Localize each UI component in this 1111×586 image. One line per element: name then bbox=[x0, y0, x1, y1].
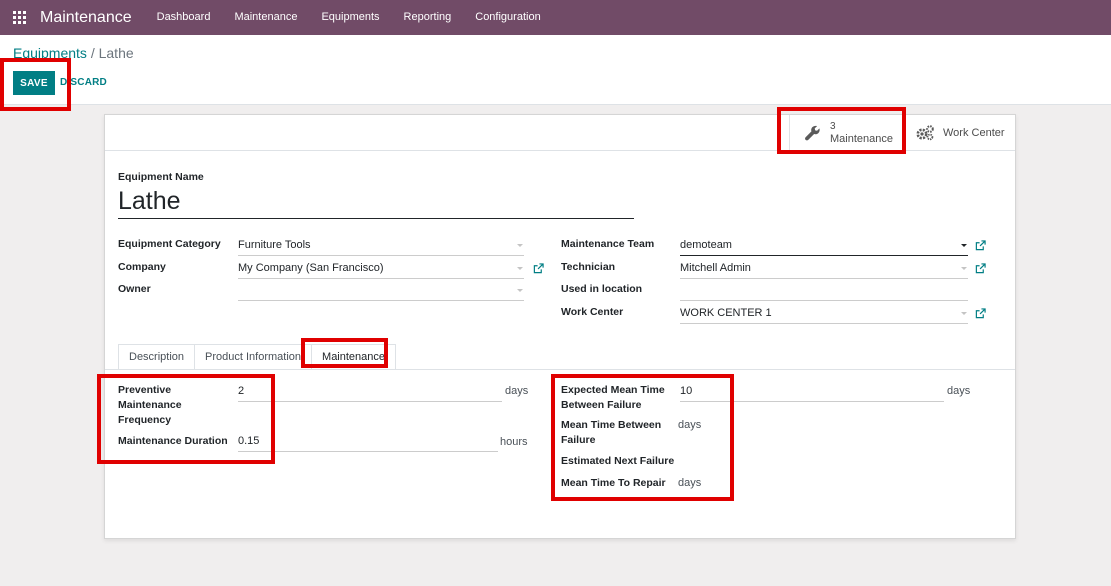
menu-item-reporting[interactable]: Reporting bbox=[392, 0, 464, 35]
notebook-tabs: Description Product Information Maintena… bbox=[118, 344, 397, 369]
company-select[interactable]: My Company (San Francisco) bbox=[238, 259, 524, 279]
equipment-category-label: Equipment Category bbox=[118, 238, 221, 250]
tab-description[interactable]: Description bbox=[118, 344, 196, 369]
breadcrumb-equipments[interactable]: Equipments bbox=[13, 45, 87, 61]
discard-button[interactable]: DISCARD bbox=[60, 77, 107, 88]
work-center-label: Work Center bbox=[561, 306, 624, 318]
menu-item-equipments[interactable]: Equipments bbox=[309, 0, 391, 35]
maintenance-team-select[interactable]: demoteam bbox=[680, 236, 968, 256]
tab-maintenance[interactable]: Maintenance bbox=[311, 344, 397, 369]
external-link-icon[interactable] bbox=[975, 240, 986, 251]
chevron-down-icon bbox=[961, 267, 967, 270]
technician-label: Technician bbox=[561, 261, 616, 273]
work-center-button-label: Work Center bbox=[943, 127, 1005, 139]
maintenance-duration-input[interactable]: 0.15 bbox=[238, 432, 498, 452]
main-menu: Dashboard Maintenance Equipments Reporti… bbox=[145, 0, 553, 35]
breadcrumb-separator: / bbox=[90, 45, 95, 61]
smart-button-box: 3 Maintenance Work Center bbox=[105, 115, 1015, 151]
chevron-down-icon bbox=[517, 289, 523, 292]
expected-mtbf-label: Expected Mean Time Between Failure bbox=[561, 384, 665, 411]
used-in-location-input[interactable] bbox=[680, 281, 968, 301]
save-button[interactable]: SAVE bbox=[13, 71, 55, 95]
preventive-maintenance-frequency-input[interactable]: 2 bbox=[238, 382, 502, 402]
expected-mtbf-unit: days bbox=[947, 385, 971, 397]
mtbf-label: Mean Time Between Failure bbox=[561, 419, 662, 446]
tab-product-information[interactable]: Product Information bbox=[194, 344, 313, 369]
preventive-frequency-unit: days bbox=[505, 385, 529, 397]
chevron-down-icon bbox=[961, 312, 967, 315]
external-link-icon[interactable] bbox=[533, 263, 544, 274]
chevron-down-icon bbox=[517, 267, 523, 270]
menu-item-dashboard[interactable]: Dashboard bbox=[145, 0, 223, 35]
owner-select[interactable] bbox=[238, 281, 524, 301]
external-link-icon[interactable] bbox=[975, 308, 986, 319]
wrench-icon bbox=[802, 123, 822, 143]
chevron-down-icon bbox=[517, 244, 523, 247]
work-center-select[interactable]: WORK CENTER 1 bbox=[680, 304, 968, 324]
external-link-icon[interactable] bbox=[975, 263, 986, 274]
gears-icon bbox=[915, 123, 935, 143]
menu-item-configuration[interactable]: Configuration bbox=[463, 0, 552, 35]
apps-menu-icon[interactable] bbox=[13, 10, 27, 25]
chevron-down-icon bbox=[961, 244, 967, 247]
work-center-smart-button[interactable]: Work Center bbox=[902, 115, 1015, 151]
tab-divider bbox=[105, 369, 1015, 370]
breadcrumb: Equipments / Lathe bbox=[13, 45, 134, 61]
company-label: Company bbox=[118, 261, 166, 273]
app-name[interactable]: Maintenance bbox=[40, 9, 132, 27]
used-in-location-label: Used in location bbox=[561, 283, 643, 295]
equipment-name-input[interactable]: Lathe bbox=[118, 185, 634, 219]
technician-select[interactable]: Mitchell Admin bbox=[680, 259, 968, 279]
maintenance-count: 3 bbox=[830, 121, 836, 132]
maintenance-team-label: Maintenance Team bbox=[561, 238, 655, 250]
breadcrumb-current: Lathe bbox=[98, 45, 134, 61]
owner-label: Owner bbox=[118, 283, 151, 295]
equipment-name-label: Equipment Name bbox=[118, 171, 204, 183]
top-navbar: Maintenance Dashboard Maintenance Equipm… bbox=[0, 0, 1111, 35]
mttr-label: Mean Time To Repair bbox=[561, 477, 666, 489]
menu-item-maintenance[interactable]: Maintenance bbox=[222, 0, 309, 35]
estimated-next-failure-label: Estimated Next Failure bbox=[561, 455, 675, 467]
equipment-category-select[interactable]: Furniture Tools bbox=[238, 236, 524, 256]
maintenance-duration-label: Maintenance Duration bbox=[118, 435, 228, 447]
preventive-maintenance-frequency-label: Preventive Maintenance Frequency bbox=[118, 384, 182, 426]
mttr-unit: days bbox=[678, 477, 702, 489]
maintenance-duration-unit: hours bbox=[500, 436, 528, 448]
maintenance-smart-button[interactable]: 3 Maintenance bbox=[789, 115, 902, 151]
maintenance-button-label: Maintenance bbox=[830, 133, 893, 145]
form-sheet: 3 Maintenance Work Center Equipment Name… bbox=[104, 114, 1016, 539]
mtbf-unit: days bbox=[678, 419, 702, 431]
control-panel: Equipments / Lathe SAVE DISCARD bbox=[0, 35, 1111, 105]
expected-mtbf-input[interactable]: 10 bbox=[680, 382, 944, 402]
